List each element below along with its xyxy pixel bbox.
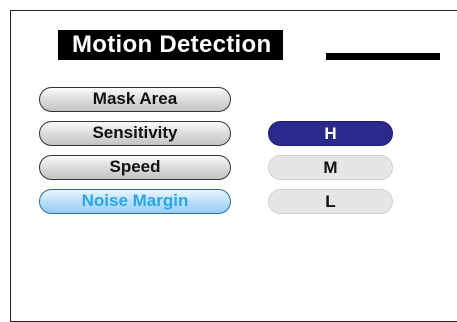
title-underline bbox=[326, 53, 440, 60]
page-title: Motion Detection bbox=[58, 30, 284, 60]
option-high-button[interactable]: H bbox=[268, 121, 393, 146]
noise-margin-button[interactable]: Noise Margin bbox=[39, 189, 231, 214]
mask-area-button[interactable]: Mask Area bbox=[39, 87, 231, 112]
sensitivity-button[interactable]: Sensitivity bbox=[39, 121, 231, 146]
option-low-button[interactable]: L bbox=[268, 189, 393, 214]
option-medium-button[interactable]: M bbox=[268, 155, 393, 180]
speed-button[interactable]: Speed bbox=[39, 155, 231, 180]
title-bar: Motion Detection bbox=[58, 30, 440, 60]
